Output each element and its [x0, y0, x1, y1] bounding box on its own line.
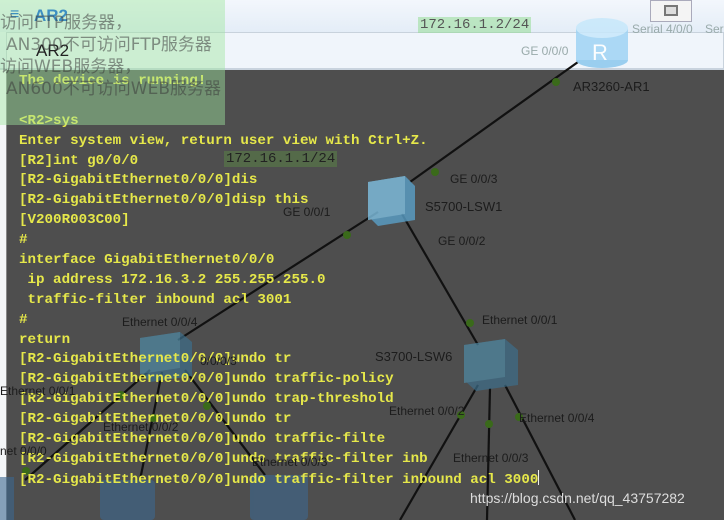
port-label: Ethernet 0/0/4	[122, 315, 198, 329]
terminal-line: traffic-filter inbound acl 3001	[19, 291, 292, 308]
port-label: GE 0/0/0	[521, 44, 569, 58]
router-ar1-icon: R	[576, 18, 628, 68]
terminal-line: [R2-GigabitEthernet0/0/0]undo traffic-fi…	[19, 469, 540, 488]
terminal-line: [V200R003C00]	[19, 212, 130, 229]
svg-text:R: R	[592, 40, 608, 65]
terminal-line: [R2-GigabitEthernet0/0/0]undo traffic-po…	[19, 371, 394, 388]
port-label: net 0/0/0	[0, 444, 47, 458]
note-line: AN300不可访问FTP服务器	[6, 35, 212, 55]
server-icon	[0, 477, 14, 520]
note-line: 访问FTP服务器，	[0, 13, 133, 33]
terminal-output: The device is running! <R2>sys Enter syste…	[19, 72, 540, 490]
text-cursor	[538, 469, 540, 485]
restore-icon	[664, 5, 678, 16]
port-label: Ethernet 0/0/3	[453, 451, 529, 465]
terminal-line: Enter system view, return user view with…	[19, 132, 428, 149]
ip-label-lsw1: 172.16.1.1/24	[224, 151, 338, 167]
device-name-lsw1[interactable]: S5700-LSW1	[425, 199, 502, 214]
terminal-line: ip address 172.16.3.2 255.255.255.0	[19, 271, 326, 288]
terminal-line: [R2-GigabitEthernet0/0/0]undo tr	[19, 351, 292, 368]
terminal-line: return	[19, 331, 71, 348]
port-label: Ethernet 0/0/2	[389, 404, 465, 418]
port-dot	[552, 78, 560, 86]
note-line: 访问WEB服务器，	[0, 57, 142, 77]
port-label: Serial 4/0/0	[632, 22, 693, 36]
note-line: AN600不可访问WEB服务器	[6, 79, 222, 99]
watermark: https://blog.csdn.net/qq_43757282	[470, 490, 685, 506]
terminal-line: #	[19, 311, 28, 328]
port-label: Ethernet 0/0/2	[103, 420, 179, 434]
port-label: Ethernet 0/0/1	[482, 313, 558, 327]
ip-label-ar1: 172.16.1.2/24	[418, 17, 532, 33]
port-label: 0/0/0/3	[200, 354, 237, 368]
port-label: Ethernet 0/0/4	[519, 411, 595, 425]
device-name-lsw6[interactable]: S3700-LSW6	[375, 349, 452, 364]
port-label: GE 0/0/1	[283, 205, 331, 219]
port-label: GE 0/0/2	[438, 234, 486, 248]
restore-button[interactable]	[650, 0, 692, 22]
port-label: Ser	[705, 22, 724, 36]
device-name-ar1[interactable]: AR3260-AR1	[573, 79, 650, 94]
notes-text: 访问FTP服务器， AN300不可访问FTP服务器 访问WEB服务器， AN60…	[0, 0, 221, 100]
port-label: Ethernet 0/0/1	[0, 384, 76, 398]
port-label: GE 0/0/3	[450, 172, 498, 186]
terminal-line: interface GigabitEthernet0/0/0	[19, 252, 275, 269]
port-label: Ethernet 0/0/3	[252, 455, 328, 469]
terminal-line: [R2-GigabitEthernet0/0/0]undo traffic-fi…	[19, 431, 386, 448]
